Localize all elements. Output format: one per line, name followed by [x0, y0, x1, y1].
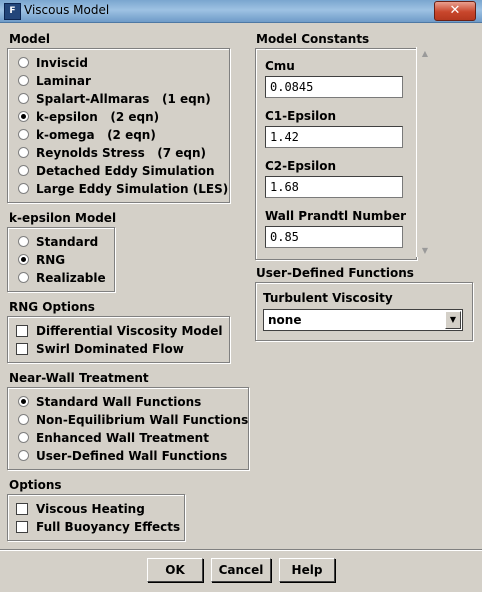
checkbox-box	[16, 342, 28, 355]
option-label: k-omega (2 eqn)	[36, 127, 156, 142]
radio-circle	[18, 414, 29, 425]
constants-scrollbar[interactable]: ▲ ▼	[416, 47, 433, 257]
option-label: Non-Equilibrium Wall Functions	[36, 412, 249, 427]
options-group-label: Options	[9, 478, 62, 492]
radio-circle	[18, 147, 29, 158]
radio-enhanced-wall-treatment[interactable]: Enhanced Wall Treatment	[18, 429, 209, 446]
radio-circle-selected	[18, 396, 29, 407]
title-bar: F Viscous Model ✕	[0, 0, 482, 23]
cmu-label: Cmu	[265, 59, 295, 73]
option-label: Swirl Dominated Flow	[36, 341, 184, 356]
rng-group-label: RNG Options	[9, 300, 95, 314]
radio-circle	[18, 236, 29, 247]
checkbox-full-buoyancy[interactable]: Full Buoyancy Effects	[16, 518, 180, 535]
turbulent-viscosity-label: Turbulent Viscosity	[263, 291, 393, 305]
radio-rng[interactable]: RNG	[18, 251, 65, 268]
radio-circle	[18, 272, 29, 283]
c2-epsilon-label: C2-Epsilon	[265, 159, 337, 173]
radio-non-equilibrium-wall-functions[interactable]: Non-Equilibrium Wall Functions	[18, 411, 248, 428]
option-label: Realizable	[36, 270, 106, 285]
cmu-field[interactable]: 0.0845	[265, 76, 403, 98]
ok-button[interactable]: OK	[147, 558, 203, 582]
constants-group-label: Model Constants	[256, 32, 370, 46]
checkbox-box	[16, 520, 28, 533]
scroll-up-arrow-icon[interactable]: ▲	[417, 47, 433, 60]
checkbox-differential-viscosity[interactable]: Differential Viscosity Model	[16, 322, 222, 339]
c2-epsilon-field[interactable]: 1.68	[265, 176, 403, 198]
nearwall-group-label: Near-Wall Treatment	[9, 371, 149, 385]
radio-circle	[18, 75, 29, 86]
kepsilon-group-label: k-epsilon Model	[9, 211, 117, 225]
radio-spalart-allmaras[interactable]: Spalart-Allmaras (1 eqn)	[18, 90, 211, 107]
checkbox-swirl-dominated[interactable]: Swirl Dominated Flow	[16, 340, 184, 357]
help-button[interactable]: Help	[279, 558, 335, 582]
option-label: Standard Wall Functions	[36, 394, 202, 409]
radio-circle	[18, 165, 29, 176]
checkbox-viscous-heating[interactable]: Viscous Heating	[16, 500, 145, 517]
chevron-down-icon[interactable]: ▼	[445, 311, 461, 329]
radio-k-omega[interactable]: k-omega (2 eqn)	[18, 126, 156, 143]
radio-user-defined-wall-functions[interactable]: User-Defined Wall Functions	[18, 447, 227, 464]
c1-epsilon-label: C1-Epsilon	[265, 109, 337, 123]
radio-standard-wall-functions[interactable]: Standard Wall Functions	[18, 393, 201, 410]
option-label: Large Eddy Simulation (LES)	[36, 181, 229, 196]
option-label: Laminar	[36, 73, 91, 88]
radio-circle	[18, 450, 29, 461]
radio-circle	[18, 93, 29, 104]
radio-standard[interactable]: Standard	[18, 233, 98, 250]
udf-group-label: User-Defined Functions	[256, 266, 414, 280]
option-label: k-epsilon (2 eqn)	[36, 109, 160, 124]
dropdown-value: none	[268, 313, 302, 327]
radio-circle	[18, 129, 29, 140]
checkbox-box	[16, 502, 28, 515]
option-label: Full Buoyancy Effects	[36, 519, 181, 534]
radio-circle	[18, 57, 29, 68]
option-label: Enhanced Wall Treatment	[36, 430, 209, 445]
option-label: Inviscid	[36, 55, 88, 70]
option-label: Standard	[36, 234, 99, 249]
wall-prandtl-label: Wall Prandtl Number	[265, 209, 407, 223]
option-label: Spalart-Allmaras (1 eqn)	[36, 91, 211, 106]
radio-reynolds-stress[interactable]: Reynolds Stress (7 eqn)	[18, 144, 206, 161]
scroll-down-arrow-icon[interactable]: ▼	[417, 244, 433, 257]
radio-circle-selected	[18, 254, 29, 265]
button-separator	[0, 549, 482, 551]
option-label: Detached Eddy Simulation	[36, 163, 215, 178]
radio-circle-selected	[18, 111, 29, 122]
radio-circle	[18, 183, 29, 194]
window-title: Viscous Model	[24, 3, 110, 17]
wall-prandtl-field[interactable]: 0.85	[265, 226, 403, 248]
app-icon: F	[4, 3, 21, 20]
turbulent-viscosity-dropdown[interactable]: none ▼	[263, 309, 463, 331]
radio-les[interactable]: Large Eddy Simulation (LES)	[18, 180, 228, 197]
radio-detached-eddy[interactable]: Detached Eddy Simulation	[18, 162, 215, 179]
model-group-label: Model	[9, 32, 51, 46]
option-label: Differential Viscosity Model	[36, 323, 223, 338]
c1-epsilon-field[interactable]: 1.42	[265, 126, 403, 148]
close-button[interactable]: ✕	[434, 1, 476, 21]
option-label: User-Defined Wall Functions	[36, 448, 228, 463]
option-label: Viscous Heating	[36, 501, 145, 516]
radio-realizable[interactable]: Realizable	[18, 269, 106, 286]
radio-circle	[18, 432, 29, 443]
checkbox-box	[16, 324, 28, 337]
option-label: RNG	[36, 252, 66, 267]
radio-inviscid[interactable]: Inviscid	[18, 54, 88, 71]
option-label: Reynolds Stress (7 eqn)	[36, 145, 207, 160]
radio-laminar[interactable]: Laminar	[18, 72, 91, 89]
cancel-button[interactable]: Cancel	[211, 558, 271, 582]
radio-k-epsilon[interactable]: k-epsilon (2 eqn)	[18, 108, 159, 125]
